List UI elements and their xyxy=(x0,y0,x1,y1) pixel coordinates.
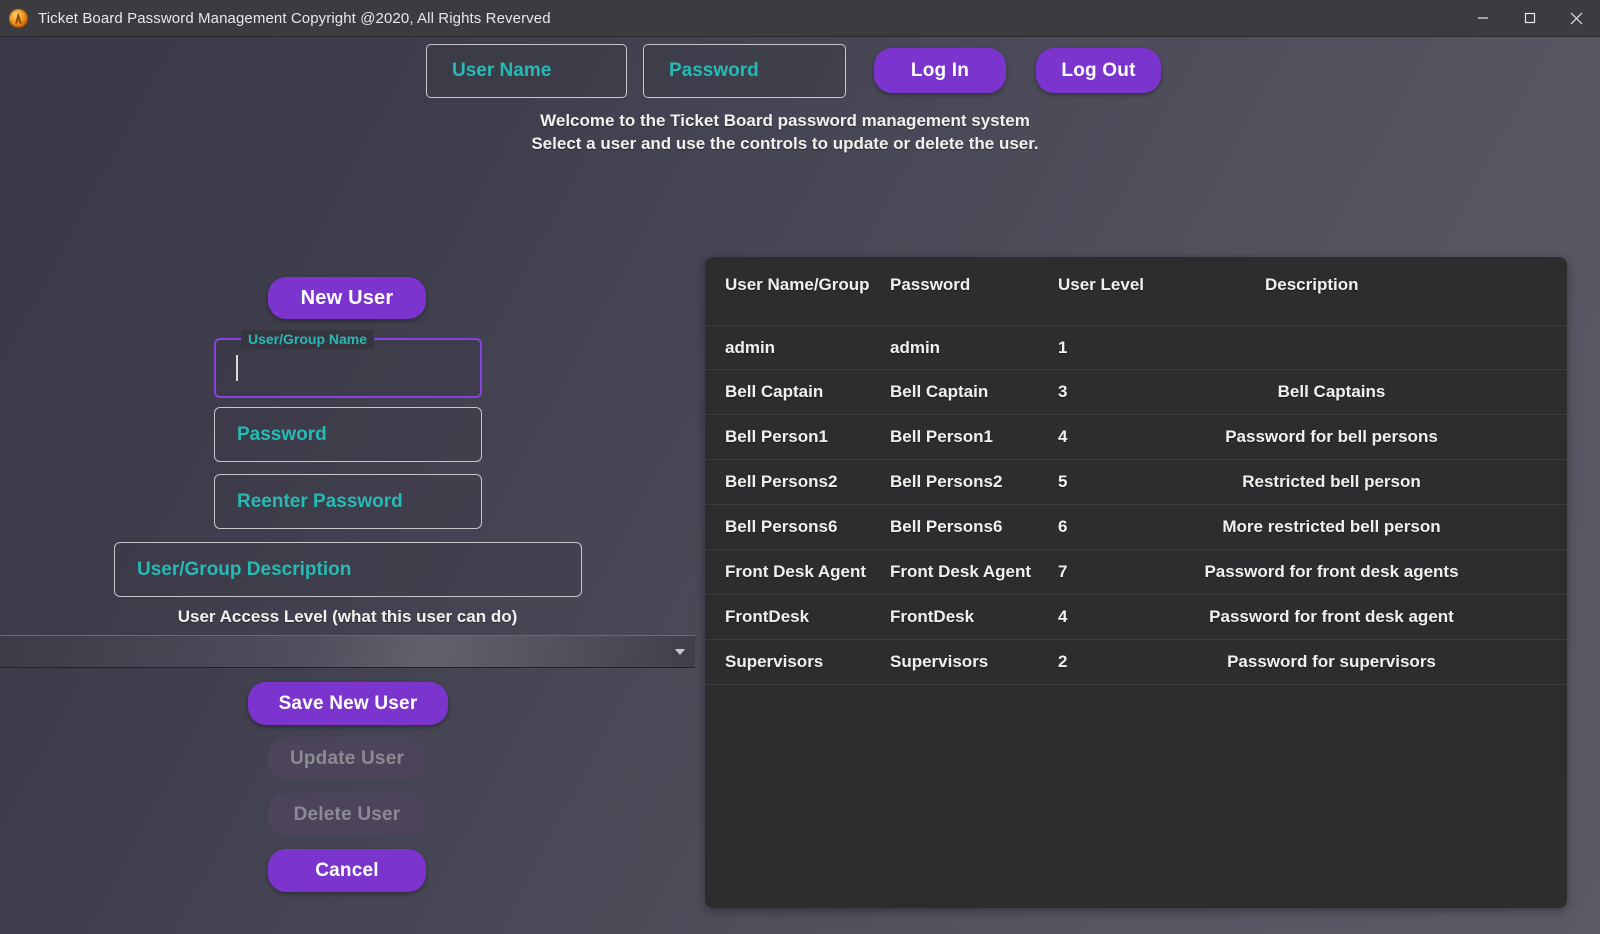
user-access-level-select[interactable] xyxy=(0,635,695,668)
delete-user-button: Delete User xyxy=(268,793,426,836)
cell-user-name: Bell Person1 xyxy=(705,427,890,447)
cell-password: admin xyxy=(890,338,1058,358)
cell-user-level: 4 xyxy=(1058,607,1158,627)
new-password-placeholder: Password xyxy=(237,424,327,446)
table-row[interactable]: Front Desk AgentFront Desk Agent7Passwor… xyxy=(705,550,1567,595)
window-title: Ticket Board Password Management Copyrig… xyxy=(38,10,551,27)
reenter-password-input[interactable]: Reenter Password xyxy=(214,474,482,529)
cell-user-name: Bell Persons6 xyxy=(705,517,890,537)
cell-password: FrontDesk xyxy=(890,607,1058,627)
cell-user-name: Bell Persons2 xyxy=(705,472,890,492)
cell-user-name: Front Desk Agent xyxy=(705,562,890,582)
cell-user-name: admin xyxy=(705,338,890,358)
cell-user-level: 2 xyxy=(1058,652,1158,672)
login-username-input[interactable]: User Name xyxy=(426,44,627,98)
chevron-down-icon xyxy=(675,649,685,655)
table-header-row: User Name/Group Password User Level Desc… xyxy=(705,257,1567,325)
cell-password: Supervisors xyxy=(890,652,1058,672)
update-user-button: Update User xyxy=(268,737,426,780)
welcome-message: Welcome to the Ticket Board password man… xyxy=(0,109,1570,155)
column-header-user-name-group[interactable]: User Name/Group xyxy=(705,257,890,305)
cell-description: Password for front desk agent xyxy=(1158,607,1567,627)
new-user-button[interactable]: New User xyxy=(268,277,426,319)
log-out-button[interactable]: Log Out xyxy=(1036,48,1161,93)
table-row[interactable]: adminadmin1 xyxy=(705,325,1567,370)
app-flame-icon xyxy=(9,9,28,28)
cell-user-level: 7 xyxy=(1058,562,1158,582)
welcome-line-1: Welcome to the Ticket Board password man… xyxy=(0,109,1570,132)
table-body: adminadmin1Bell CaptainBell Captain3Bell… xyxy=(705,325,1567,685)
cell-description: Password for bell persons xyxy=(1158,427,1567,447)
user-group-description-input[interactable]: User/Group Description xyxy=(114,542,582,597)
cell-description: More restricted bell person xyxy=(1158,517,1567,537)
cancel-button[interactable]: Cancel xyxy=(268,849,426,892)
log-in-button[interactable]: Log In xyxy=(874,48,1006,93)
user-access-level-label: User Access Level (what this user can do… xyxy=(0,607,695,627)
cell-user-level: 1 xyxy=(1058,338,1158,358)
cell-password: Bell Persons6 xyxy=(890,517,1058,537)
cell-user-level: 3 xyxy=(1058,382,1158,402)
column-header-password[interactable]: Password xyxy=(890,257,1058,305)
cell-user-name: Bell Captain xyxy=(705,382,890,402)
save-new-user-button[interactable]: Save New User xyxy=(248,682,448,725)
minimize-icon[interactable] xyxy=(1459,0,1506,37)
cell-description: Password for supervisors xyxy=(1158,652,1567,672)
login-password-placeholder: Password xyxy=(669,60,759,82)
users-table: User Name/Group Password User Level Desc… xyxy=(705,257,1567,908)
title-bar: Ticket Board Password Management Copyrig… xyxy=(0,0,1600,37)
table-row[interactable]: FrontDeskFrontDesk4Password for front de… xyxy=(705,595,1567,640)
close-icon[interactable] xyxy=(1553,0,1600,37)
new-password-input[interactable]: Password xyxy=(214,407,482,462)
table-row[interactable]: Bell CaptainBell Captain3Bell Captains xyxy=(705,370,1567,415)
app-body: User Name Password Log In Log Out Welcom… xyxy=(0,37,1600,934)
cell-description: Restricted bell person xyxy=(1158,472,1567,492)
table-row[interactable]: SupervisorsSupervisors2Password for supe… xyxy=(705,640,1567,685)
table-row[interactable]: Bell Person1Bell Person14Password for be… xyxy=(705,415,1567,460)
cell-password: Front Desk Agent xyxy=(890,562,1058,582)
cell-description: Password for front desk agents xyxy=(1158,562,1567,582)
cell-user-name: Supervisors xyxy=(705,652,890,672)
reenter-password-placeholder: Reenter Password xyxy=(237,491,403,513)
cell-description: Bell Captains xyxy=(1158,382,1567,402)
text-caret xyxy=(236,355,238,381)
cell-user-level: 6 xyxy=(1058,517,1158,537)
column-header-user-level[interactable]: User Level xyxy=(1058,257,1158,305)
cell-password: Bell Captain xyxy=(890,382,1058,402)
window-controls xyxy=(1459,0,1600,37)
login-password-input[interactable]: Password xyxy=(643,44,846,98)
cell-user-name: FrontDesk xyxy=(705,607,890,627)
maximize-icon[interactable] xyxy=(1506,0,1553,37)
cell-user-level: 4 xyxy=(1058,427,1158,447)
cell-user-level: 5 xyxy=(1058,472,1158,492)
cell-password: Bell Person1 xyxy=(890,427,1058,447)
welcome-line-2: Select a user and use the controls to up… xyxy=(0,132,1570,155)
user-group-name-label: User/Group Name xyxy=(241,330,374,349)
user-group-description-placeholder: User/Group Description xyxy=(137,559,351,581)
column-header-description[interactable]: Description xyxy=(1158,257,1567,305)
table-row[interactable]: Bell Persons2Bell Persons25Restricted be… xyxy=(705,460,1567,505)
login-username-placeholder: User Name xyxy=(452,60,551,82)
cell-password: Bell Persons2 xyxy=(890,472,1058,492)
table-row[interactable]: Bell Persons6Bell Persons66More restrict… xyxy=(705,505,1567,550)
